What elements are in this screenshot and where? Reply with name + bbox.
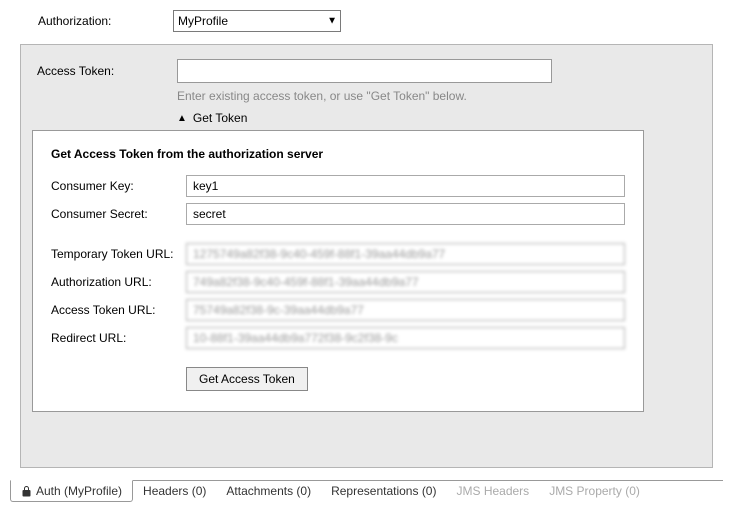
redirect-url-input[interactable] xyxy=(186,327,625,349)
popup-title: Get Access Token from the authorization … xyxy=(51,147,625,161)
tab-jms-headers: JMS Headers xyxy=(446,480,539,502)
tab-representations-label: Representations (0) xyxy=(331,484,436,498)
get-access-token-button[interactable]: Get Access Token xyxy=(186,367,308,391)
authorization-url-label: Authorization URL: xyxy=(51,275,186,289)
consumer-secret-row: Consumer Secret: xyxy=(51,203,625,225)
get-token-popup: Get Access Token from the authorization … xyxy=(32,130,644,412)
authorization-select-wrap: MyProfile ▼ xyxy=(173,10,341,32)
access-token-url-label: Access Token URL: xyxy=(51,303,186,317)
consumer-secret-input[interactable] xyxy=(186,203,625,225)
tab-bar: Auth (MyProfile) Headers (0) Attachments… xyxy=(10,480,723,510)
authorization-url-input[interactable] xyxy=(186,271,625,293)
consumer-key-input[interactable] xyxy=(186,175,625,197)
get-token-toggle[interactable]: ▲ Get Token xyxy=(177,111,696,125)
authorization-select[interactable]: MyProfile xyxy=(173,10,341,32)
access-token-label: Access Token: xyxy=(37,64,177,78)
access-token-url-input[interactable] xyxy=(186,299,625,321)
access-token-input[interactable] xyxy=(177,59,552,83)
caret-up-icon: ▲ xyxy=(177,113,187,124)
tab-auth-label: Auth (MyProfile) xyxy=(36,484,122,498)
tab-jms-headers-label: JMS Headers xyxy=(456,484,529,498)
tab-jms-property: JMS Property (0) xyxy=(539,480,650,502)
access-token-url-row: Access Token URL: xyxy=(51,299,625,321)
tab-attachments-label: Attachments (0) xyxy=(226,484,311,498)
temporary-token-url-row: Temporary Token URL: xyxy=(51,243,625,265)
tab-headers-label: Headers (0) xyxy=(143,484,206,498)
temporary-token-url-label: Temporary Token URL: xyxy=(51,247,186,261)
redirect-url-row: Redirect URL: xyxy=(51,327,625,349)
access-token-row: Access Token: xyxy=(37,59,696,83)
authorization-label: Authorization: xyxy=(38,14,173,28)
tab-headers[interactable]: Headers (0) xyxy=(133,480,216,502)
consumer-key-row: Consumer Key: xyxy=(51,175,625,197)
tab-auth[interactable]: Auth (MyProfile) xyxy=(10,480,133,502)
lock-icon xyxy=(21,485,32,497)
get-token-toggle-label: Get Token xyxy=(193,111,247,125)
authorization-url-row: Authorization URL: xyxy=(51,271,625,293)
temporary-token-url-input[interactable] xyxy=(186,243,625,265)
popup-button-row: Get Access Token xyxy=(186,367,625,391)
consumer-key-label: Consumer Key: xyxy=(51,179,186,193)
access-token-hint: Enter existing access token, or use "Get… xyxy=(177,89,696,103)
tab-attachments[interactable]: Attachments (0) xyxy=(216,480,321,502)
tab-jms-property-label: JMS Property (0) xyxy=(549,484,640,498)
tab-representations[interactable]: Representations (0) xyxy=(321,480,446,502)
topbar: Authorization: MyProfile ▼ xyxy=(0,0,733,42)
consumer-secret-label: Consumer Secret: xyxy=(51,207,186,221)
redirect-url-label: Redirect URL: xyxy=(51,331,186,345)
